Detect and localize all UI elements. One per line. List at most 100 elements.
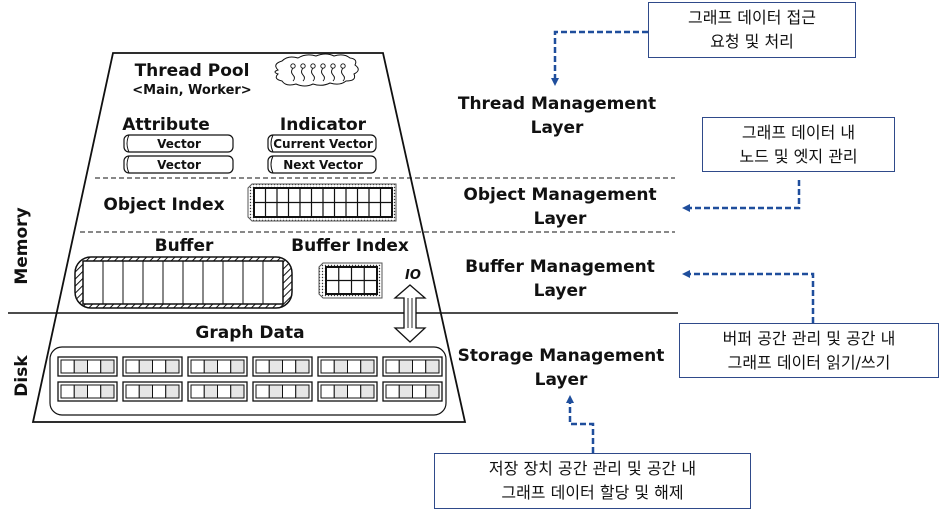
buffer-title: Buffer <box>155 236 214 256</box>
graph-data-cell <box>333 359 348 374</box>
svg-text:Layer: Layer <box>534 209 587 229</box>
graph-data-cell <box>295 359 310 374</box>
annotation-thread-management: 그래프 데이터 접근 요청 및 처리 <box>648 2 856 58</box>
annotation-storage-management: 저장 장치 공간 관리 및 공간 내 그래프 데이터 할당 및 해제 <box>434 453 751 509</box>
svg-text:Storage Management: Storage Management <box>458 346 665 366</box>
annotation-line-2: 노드 및 엣지 관리 <box>739 146 858 166</box>
annotation-buffer-management: 버퍼 공간 관리 및 공간 내 그래프 데이터 읽기/쓰기 <box>679 323 939 378</box>
svg-text:Layer: Layer <box>535 370 588 390</box>
annotation-line-2: 그래프 데이터 읽기/쓰기 <box>727 352 891 372</box>
graph-data-block <box>122 356 183 377</box>
object-index-title: Object Index <box>103 195 224 215</box>
graph-data-cell <box>217 359 232 374</box>
annotation-arrow-storage <box>566 395 595 453</box>
graph-data-cell <box>100 359 115 374</box>
graph-data-cell <box>282 384 297 399</box>
io-label: IO <box>405 268 421 283</box>
svg-text:Buffer Management: Buffer Management <box>465 257 655 277</box>
graph-data-cell <box>87 384 102 399</box>
graph-data-cell <box>230 359 245 374</box>
thread-cloud-icon <box>274 53 359 87</box>
architecture-diagram: Memory Disk Thread Pool <Main, Worker> A… <box>8 30 815 453</box>
graph-data-cell <box>295 384 310 399</box>
graph-data-cell <box>138 384 153 399</box>
svg-text:Layer: Layer <box>531 118 584 138</box>
graph-data-block <box>252 381 313 402</box>
graph-data-cell <box>165 359 180 374</box>
graph-data-cell <box>255 384 270 399</box>
storage-management-layer-label: Storage Management Layer <box>458 346 665 390</box>
annotation-line-1: 그래프 데이터 접근 <box>688 8 816 27</box>
graph-data-cell <box>125 359 140 374</box>
annotation-arrow-object <box>682 180 801 212</box>
graph-data-cell <box>360 384 375 399</box>
graph-data-cell <box>190 384 205 399</box>
graph-data-cell <box>203 384 218 399</box>
graph-data-cell <box>60 384 75 399</box>
graph-data-cell <box>60 359 75 374</box>
graph-data-cell <box>412 384 427 399</box>
graph-data-cell <box>87 359 102 374</box>
graph-data-cell <box>425 384 440 399</box>
attribute-vector-2: Vector <box>123 155 234 174</box>
graph-data-block <box>187 356 248 377</box>
svg-text:Next Vector: Next Vector <box>283 158 363 172</box>
graph-data-cell <box>190 359 205 374</box>
graph-data-cell <box>398 384 413 399</box>
graph-data-cell <box>333 384 348 399</box>
memory-label: Memory <box>12 207 32 284</box>
graph-data-title: Graph Data <box>195 323 304 343</box>
graph-data-block <box>122 381 183 402</box>
indicator-next-vector: Next Vector <box>267 155 377 174</box>
graph-data-cell <box>165 384 180 399</box>
thread-management-layer-label: Thread Management Layer <box>458 94 656 138</box>
graph-data-block <box>252 356 313 377</box>
graph-data-block <box>382 356 443 377</box>
graph-data-block <box>382 381 443 402</box>
graph-data-block <box>317 356 378 377</box>
annotation-line-1: 그래프 데이터 내 <box>741 122 856 142</box>
graph-data-cell <box>320 384 335 399</box>
annotation-arrow-buffer <box>682 270 815 323</box>
graph-data-cell <box>152 384 167 399</box>
graph-data-cell <box>347 384 362 399</box>
graph-data-cell <box>268 384 283 399</box>
graph-data-cell <box>203 359 218 374</box>
buffer-structure <box>74 256 293 309</box>
graph-data-block <box>57 381 118 402</box>
graph-data-block <box>187 381 248 402</box>
annotation-arrow-thread <box>551 30 648 86</box>
annotation-line-1: 버퍼 공간 관리 및 공간 내 <box>722 328 896 348</box>
svg-text:Vector: Vector <box>157 137 201 151</box>
thread-pool-subtitle: <Main, Worker> <box>132 83 251 98</box>
annotation-line-2: 그래프 데이터 할당 및 해제 <box>501 483 684 502</box>
graph-data-cell <box>217 384 232 399</box>
disk-label: Disk <box>12 355 32 397</box>
graph-data-cell <box>152 359 167 374</box>
graph-data-cell <box>347 359 362 374</box>
graph-data-cell <box>125 384 140 399</box>
graph-data-cell <box>282 359 297 374</box>
indicator-current-vector: Current Vector <box>267 134 377 153</box>
svg-text:Thread Management: Thread Management <box>458 94 656 114</box>
svg-text:Current Vector: Current Vector <box>273 137 373 151</box>
svg-text:Layer: Layer <box>534 281 587 301</box>
graph-data-cell <box>100 384 115 399</box>
graph-data-cell <box>138 359 153 374</box>
graph-data-block <box>317 381 378 402</box>
graph-data-cell <box>425 359 440 374</box>
indicator-title: Indicator <box>280 115 367 135</box>
annotation-line-2: 요청 및 처리 <box>710 32 794 51</box>
graph-data-cell <box>385 384 400 399</box>
graph-data-cell <box>255 359 270 374</box>
graph-data-cell <box>398 359 413 374</box>
object-management-layer-label: Object Management Layer <box>463 185 656 229</box>
graph-data-cell <box>230 384 245 399</box>
object-index-structure <box>247 183 397 222</box>
graph-data-cell <box>73 359 88 374</box>
graph-data-cell <box>360 359 375 374</box>
annotation-line-1: 저장 장치 공간 관리 및 공간 내 <box>488 459 697 478</box>
attribute-title: Attribute <box>122 115 210 135</box>
graph-data-cell <box>73 384 88 399</box>
annotation-object-management: 그래프 데이터 내 노드 및 엣지 관리 <box>702 117 895 172</box>
